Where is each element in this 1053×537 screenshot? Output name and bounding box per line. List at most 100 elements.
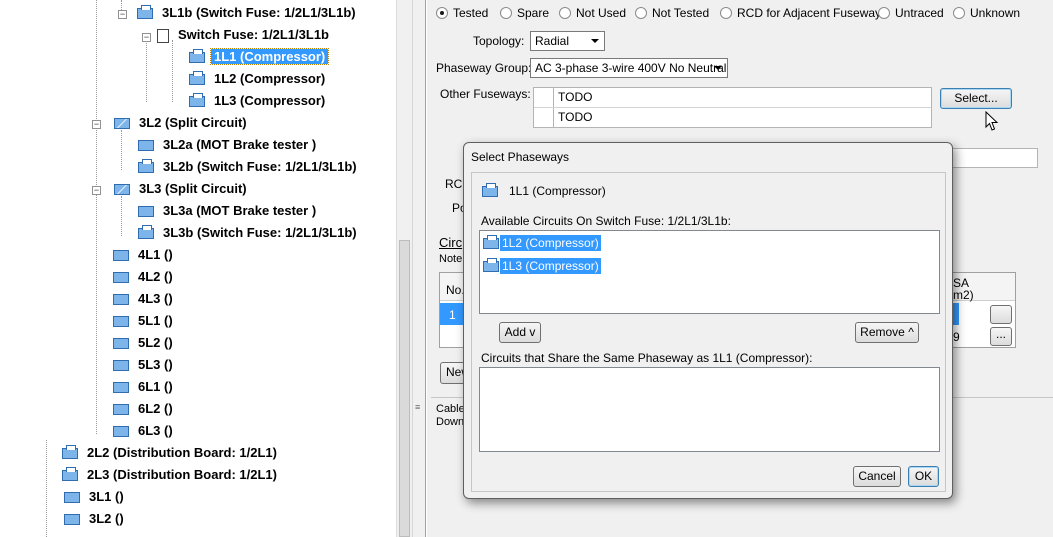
add-button[interactable]: Add v bbox=[499, 322, 541, 343]
tree-item[interactable]: 6L1 () bbox=[113, 376, 176, 398]
fuse-circuit-icon bbox=[138, 159, 154, 174]
tree-line bbox=[96, 0, 97, 187]
collapse-toggle-icon[interactable]: − bbox=[118, 10, 127, 19]
radio-icon bbox=[720, 7, 732, 19]
tree-line bbox=[146, 40, 147, 102]
tree-item[interactable]: 3L2a (MOT Brake tester ) bbox=[138, 134, 319, 156]
dialog-body: 1L1 (Compressor) Available Circuits On S… bbox=[471, 172, 946, 492]
tree-scrollbar[interactable] bbox=[396, 0, 412, 537]
table-row[interactable]: TODO bbox=[534, 88, 931, 108]
radio-icon bbox=[635, 7, 647, 19]
circuit-icon bbox=[113, 272, 129, 284]
tree-item[interactable]: 2L2 (Distribution Board: 1/2L1) bbox=[62, 442, 280, 464]
tree-item[interactable]: 6L3 () bbox=[113, 420, 176, 442]
other-fuseways-grid[interactable]: TODO TODO bbox=[533, 87, 932, 128]
splitter-grip-icon: ≡ bbox=[415, 402, 421, 412]
collapse-toggle-icon[interactable]: − bbox=[142, 33, 151, 42]
circuit-icon bbox=[189, 49, 205, 64]
current-circuit-label: 1L1 (Compressor) bbox=[509, 184, 606, 198]
status-radio-rcd-adjacent[interactable]: RCD for Adjacent Fuseway bbox=[720, 6, 881, 22]
circuit-icon bbox=[113, 316, 129, 328]
tree-item[interactable]: 3L3a (MOT Brake tester ) bbox=[138, 200, 319, 222]
tree-item[interactable]: 4L3 () bbox=[113, 288, 176, 310]
fuse-circuit-icon bbox=[138, 225, 154, 240]
cable-label: Cable bbox=[436, 403, 465, 415]
list-item[interactable]: 1L2 (Compressor) bbox=[483, 233, 601, 253]
phaseway-group-label: Phaseway Group: bbox=[436, 61, 532, 75]
tree-item[interactable]: 5L3 () bbox=[113, 354, 176, 376]
ok-button[interactable]: OK bbox=[908, 466, 939, 487]
tree-item[interactable]: 3L1 () bbox=[64, 486, 127, 508]
status-radio-untraced[interactable]: Untraced bbox=[878, 6, 944, 22]
tree-line bbox=[172, 40, 173, 102]
tree-item[interactable]: − 3L3 (Split Circuit) bbox=[92, 178, 250, 200]
circuit-icon bbox=[113, 294, 129, 306]
topology-dropdown[interactable]: Radial bbox=[530, 31, 605, 51]
row-browse-button[interactable] bbox=[990, 305, 1012, 324]
available-circuits-label: Available Circuits On Switch Fuse: 1/2L1… bbox=[481, 214, 731, 228]
tree-item[interactable]: − Switch Fuse: 1/2L1/3L1b bbox=[141, 24, 332, 46]
split-circuit-icon bbox=[114, 184, 130, 196]
tree-scrollbar-thumb[interactable] bbox=[399, 240, 410, 537]
fuse-circuit-icon bbox=[137, 5, 153, 20]
split-circuit-icon bbox=[114, 118, 130, 130]
list-item[interactable]: 1L3 (Compressor) bbox=[483, 256, 601, 276]
tree-item[interactable]: 2L3 (Distribution Board: 1/2L1) bbox=[62, 464, 280, 486]
tree-line bbox=[46, 440, 47, 537]
table-row[interactable]: TODO bbox=[534, 108, 931, 128]
phaseway-group-dropdown[interactable]: AC 3-phase 3-wire 400V No Neutral bbox=[530, 58, 728, 78]
circuit-icon bbox=[483, 235, 499, 250]
shared-circuits-label: Circuits that Share the Same Phaseway as… bbox=[481, 351, 813, 365]
status-radio-tested[interactable]: Tested bbox=[436, 6, 488, 22]
circuit-icon bbox=[113, 338, 129, 350]
tree-item[interactable]: 1L3 (Compressor) bbox=[189, 90, 328, 112]
circuit-tree[interactable]: − 3L1b (Switch Fuse: 1/2L1/3L1b) − Switc… bbox=[0, 0, 396, 537]
remove-button[interactable]: Remove ^ bbox=[855, 322, 919, 343]
distribution-board-icon bbox=[62, 445, 78, 460]
tree-item-selected[interactable]: 1L1 (Compressor) bbox=[189, 46, 330, 68]
note-label: Note bbox=[439, 253, 463, 265]
column-header-unit: m2) bbox=[953, 288, 974, 302]
circuit-icon bbox=[482, 183, 498, 197]
tree-item[interactable]: − 3L1b (Switch Fuse: 1/2L1/3L1b) bbox=[115, 2, 359, 24]
available-circuits-list[interactable]: 1L2 (Compressor) 1L3 (Compressor) bbox=[479, 230, 940, 314]
radio-icon bbox=[500, 7, 512, 19]
tree-item[interactable]: 6L2 () bbox=[113, 398, 176, 420]
status-radio-unknown[interactable]: Unknown bbox=[953, 6, 1020, 22]
tree-item[interactable]: 3L2b (Switch Fuse: 1/2L1/3L1b) bbox=[138, 156, 360, 178]
select-fuseways-button[interactable]: Select... bbox=[940, 88, 1012, 109]
tree-item[interactable]: 4L2 () bbox=[113, 266, 176, 288]
row-header[interactable] bbox=[534, 108, 554, 127]
radio-icon bbox=[953, 7, 965, 19]
circuit-icon bbox=[113, 250, 129, 262]
tree-line bbox=[121, 196, 122, 236]
tree-item[interactable]: − 3L2 (Split Circuit) bbox=[92, 112, 250, 134]
tree-item[interactable]: 3L2 () bbox=[64, 508, 127, 530]
status-radio-spare[interactable]: Spare bbox=[500, 6, 549, 22]
status-radio-not-used[interactable]: Not Used bbox=[559, 6, 626, 22]
cancel-button[interactable]: Cancel bbox=[853, 466, 901, 487]
shared-circuits-list[interactable] bbox=[479, 367, 940, 452]
circuit-icon bbox=[189, 71, 205, 86]
circuit-icon bbox=[138, 140, 154, 152]
row-number: 1 bbox=[449, 308, 456, 322]
tree-item[interactable]: 5L1 () bbox=[113, 310, 176, 332]
row-header[interactable] bbox=[534, 88, 554, 107]
row-browse-button[interactable]: ... bbox=[990, 327, 1012, 346]
chevron-down-icon bbox=[714, 66, 722, 70]
collapse-toggle-icon[interactable]: − bbox=[92, 186, 101, 195]
tree-item[interactable]: 5L2 () bbox=[113, 332, 176, 354]
tree-item[interactable]: 1L2 (Compressor) bbox=[189, 68, 328, 90]
collapse-toggle-icon[interactable]: − bbox=[92, 120, 101, 129]
status-radio-not-tested[interactable]: Not Tested bbox=[635, 6, 709, 22]
text-field[interactable] bbox=[952, 148, 1038, 168]
circuit-icon bbox=[113, 404, 129, 416]
chevron-down-icon bbox=[591, 39, 599, 43]
tree-line bbox=[121, 130, 122, 170]
tree-item[interactable]: 4L1 () bbox=[113, 244, 176, 266]
tree-item[interactable]: 3L3b (Switch Fuse: 1/2L1/3L1b) bbox=[138, 222, 360, 244]
circuit-icon bbox=[64, 492, 80, 504]
circuit-icon bbox=[64, 514, 80, 526]
pane-splitter[interactable]: ≡ bbox=[412, 0, 426, 537]
radio-icon bbox=[559, 7, 571, 19]
